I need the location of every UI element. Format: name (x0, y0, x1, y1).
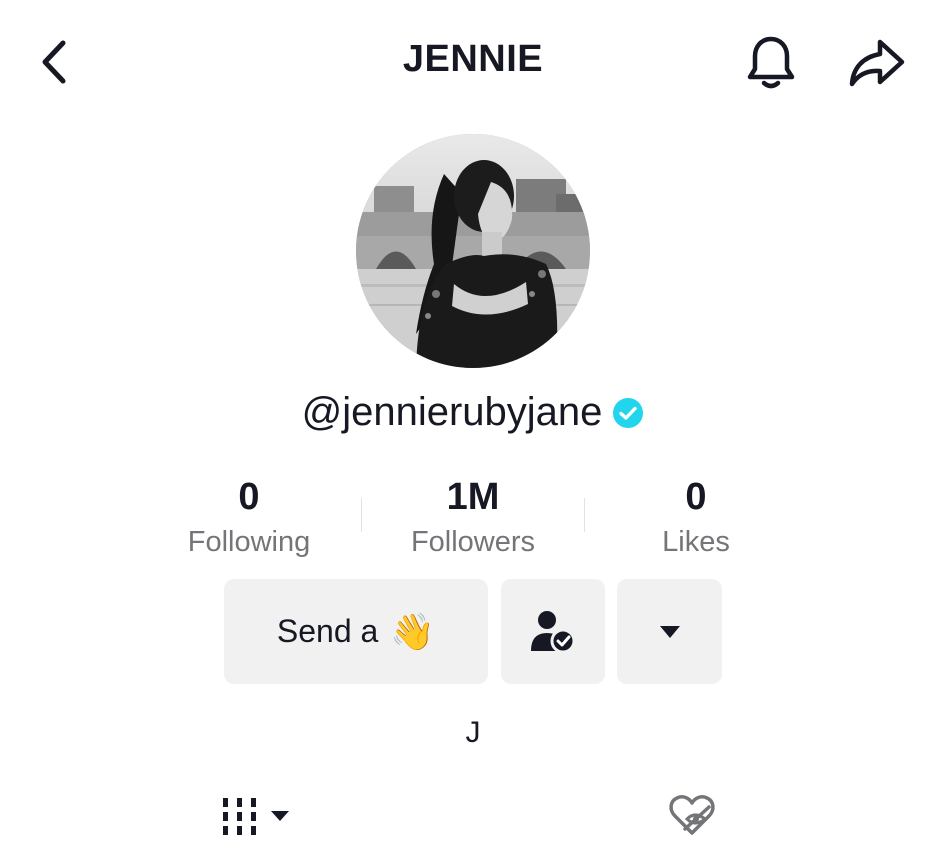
share-button[interactable] (845, 34, 909, 92)
page-title: JENNIE (402, 38, 544, 80)
username: @jennierubyjane (301, 390, 603, 434)
friend-status-button[interactable] (501, 579, 605, 684)
user-check-icon (531, 610, 576, 653)
likes-count: 0 (685, 476, 707, 518)
liked-videos-tab[interactable] (664, 790, 720, 840)
followers-count: 1M (446, 476, 500, 518)
notifications-button[interactable] (742, 32, 800, 92)
more-options-button[interactable] (617, 579, 722, 684)
bell-icon (747, 36, 795, 89)
avatar[interactable] (356, 134, 590, 368)
username-row: @jennierubyjane (0, 390, 946, 435)
grid-icon (223, 798, 256, 835)
stat-divider (361, 498, 362, 532)
stat-divider (584, 498, 585, 532)
hidden-heart-icon (669, 795, 715, 835)
following-stat[interactable]: 0 Following (159, 474, 339, 564)
share-arrow-icon (849, 39, 905, 87)
likes-label: Likes (662, 526, 730, 558)
likes-stat[interactable]: 0 Likes (606, 474, 786, 564)
send-wave-button[interactable]: Send a 👋 (224, 579, 488, 684)
followers-stat[interactable]: 1M Followers (383, 474, 563, 564)
caret-down-icon (271, 811, 289, 821)
verified-badge-icon (613, 397, 644, 428)
caret-down-icon (659, 625, 680, 638)
profile-photo (356, 134, 590, 368)
followers-label: Followers (410, 526, 536, 558)
wave-emoji-icon: 👋 (390, 610, 436, 652)
following-count: 0 (238, 476, 260, 518)
following-label: Following (187, 526, 311, 558)
videos-tab[interactable] (220, 794, 300, 838)
send-wave-label: Send a (276, 613, 379, 649)
profile-bio: J (465, 716, 481, 749)
